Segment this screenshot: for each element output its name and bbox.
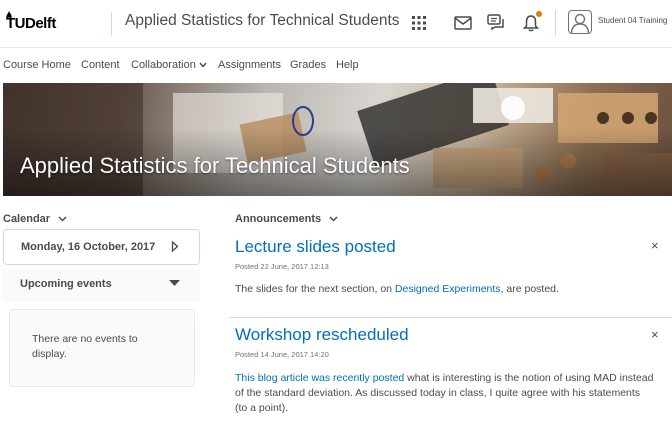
nav-collaboration-label: Collaboration xyxy=(131,59,196,71)
chevron-down-icon xyxy=(58,216,67,222)
close-icon[interactable]: × xyxy=(651,239,659,252)
play-arrow-icon xyxy=(171,241,179,252)
calendar-heading[interactable]: Calendar xyxy=(3,213,67,225)
designed-experiments-link[interactable]: Designed Experiments xyxy=(395,283,501,295)
user-icon xyxy=(570,13,590,33)
announcement-body: This blog article was recently posted wh… xyxy=(235,371,655,416)
announcement-date: Posted 14 June, 2017 14:20 xyxy=(235,350,329,359)
nav-course-home[interactable]: Course Home xyxy=(3,59,71,71)
course-banner: Applied Statistics for Technical Student… xyxy=(3,83,672,196)
calendar-date: Monday, 16 October, 2017 xyxy=(21,241,156,253)
no-events-panel: There are no events to display. xyxy=(9,309,195,387)
chat-icon[interactable] xyxy=(485,12,507,34)
chevron-down-icon xyxy=(199,62,207,68)
mail-icon[interactable] xyxy=(452,12,474,34)
announcements-heading[interactable]: Announcements xyxy=(235,213,338,225)
nav-content[interactable]: Content xyxy=(81,59,120,71)
user-name[interactable]: Student 04 Training xyxy=(598,16,667,25)
announcement-date: Posted 22 June, 2017 12:13 xyxy=(235,262,329,271)
nav-assignments[interactable]: Assignments xyxy=(218,59,281,71)
announcement-divider xyxy=(230,317,672,318)
notification-badge xyxy=(536,11,542,17)
bell-icon[interactable] xyxy=(520,11,542,34)
nav-collaboration[interactable]: Collaboration xyxy=(131,59,207,71)
announcement-text: , are posted. xyxy=(500,283,559,295)
announcement-body: The slides for the next section, on Desi… xyxy=(235,282,655,297)
caret-down-icon xyxy=(169,280,180,286)
top-header: TUDelft Applied Statistics for Technical… xyxy=(0,0,672,46)
announcements-heading-label: Announcements xyxy=(235,213,322,225)
apps-grid-icon[interactable] xyxy=(408,12,430,34)
upcoming-events-label: Upcoming events xyxy=(20,278,112,290)
announcement-text: The slides for the next section, on xyxy=(235,283,395,295)
avatar[interactable] xyxy=(568,10,592,34)
tudelft-logo[interactable]: TUDelft xyxy=(4,11,56,35)
header-divider xyxy=(111,12,112,36)
chevron-down-icon xyxy=(329,216,338,222)
calendar-date-selector[interactable]: Monday, 16 October, 2017 xyxy=(3,229,200,265)
no-events-text: There are no events to display. xyxy=(32,333,138,360)
close-icon[interactable]: × xyxy=(651,328,659,341)
banner-shade xyxy=(3,83,672,196)
announcement-title[interactable]: Workshop rescheduled xyxy=(235,325,409,345)
logo-text: TUDelft xyxy=(6,15,56,32)
course-navbar: Course Home Content Collaboration Assign… xyxy=(0,48,672,82)
calendar-heading-label: Calendar xyxy=(3,213,51,225)
announcement-title[interactable]: Lecture slides posted xyxy=(235,237,396,257)
banner-title: Applied Statistics for Technical Student… xyxy=(20,153,410,178)
nav-help[interactable]: Help xyxy=(336,59,359,71)
course-title[interactable]: Applied Statistics for Technical Student… xyxy=(125,12,400,30)
blog-article-link[interactable]: This blog article was recently posted xyxy=(235,372,404,384)
nav-grades[interactable]: Grades xyxy=(290,59,326,71)
upcoming-events-toggle[interactable]: Upcoming events xyxy=(3,269,200,302)
header-divider xyxy=(555,10,556,36)
